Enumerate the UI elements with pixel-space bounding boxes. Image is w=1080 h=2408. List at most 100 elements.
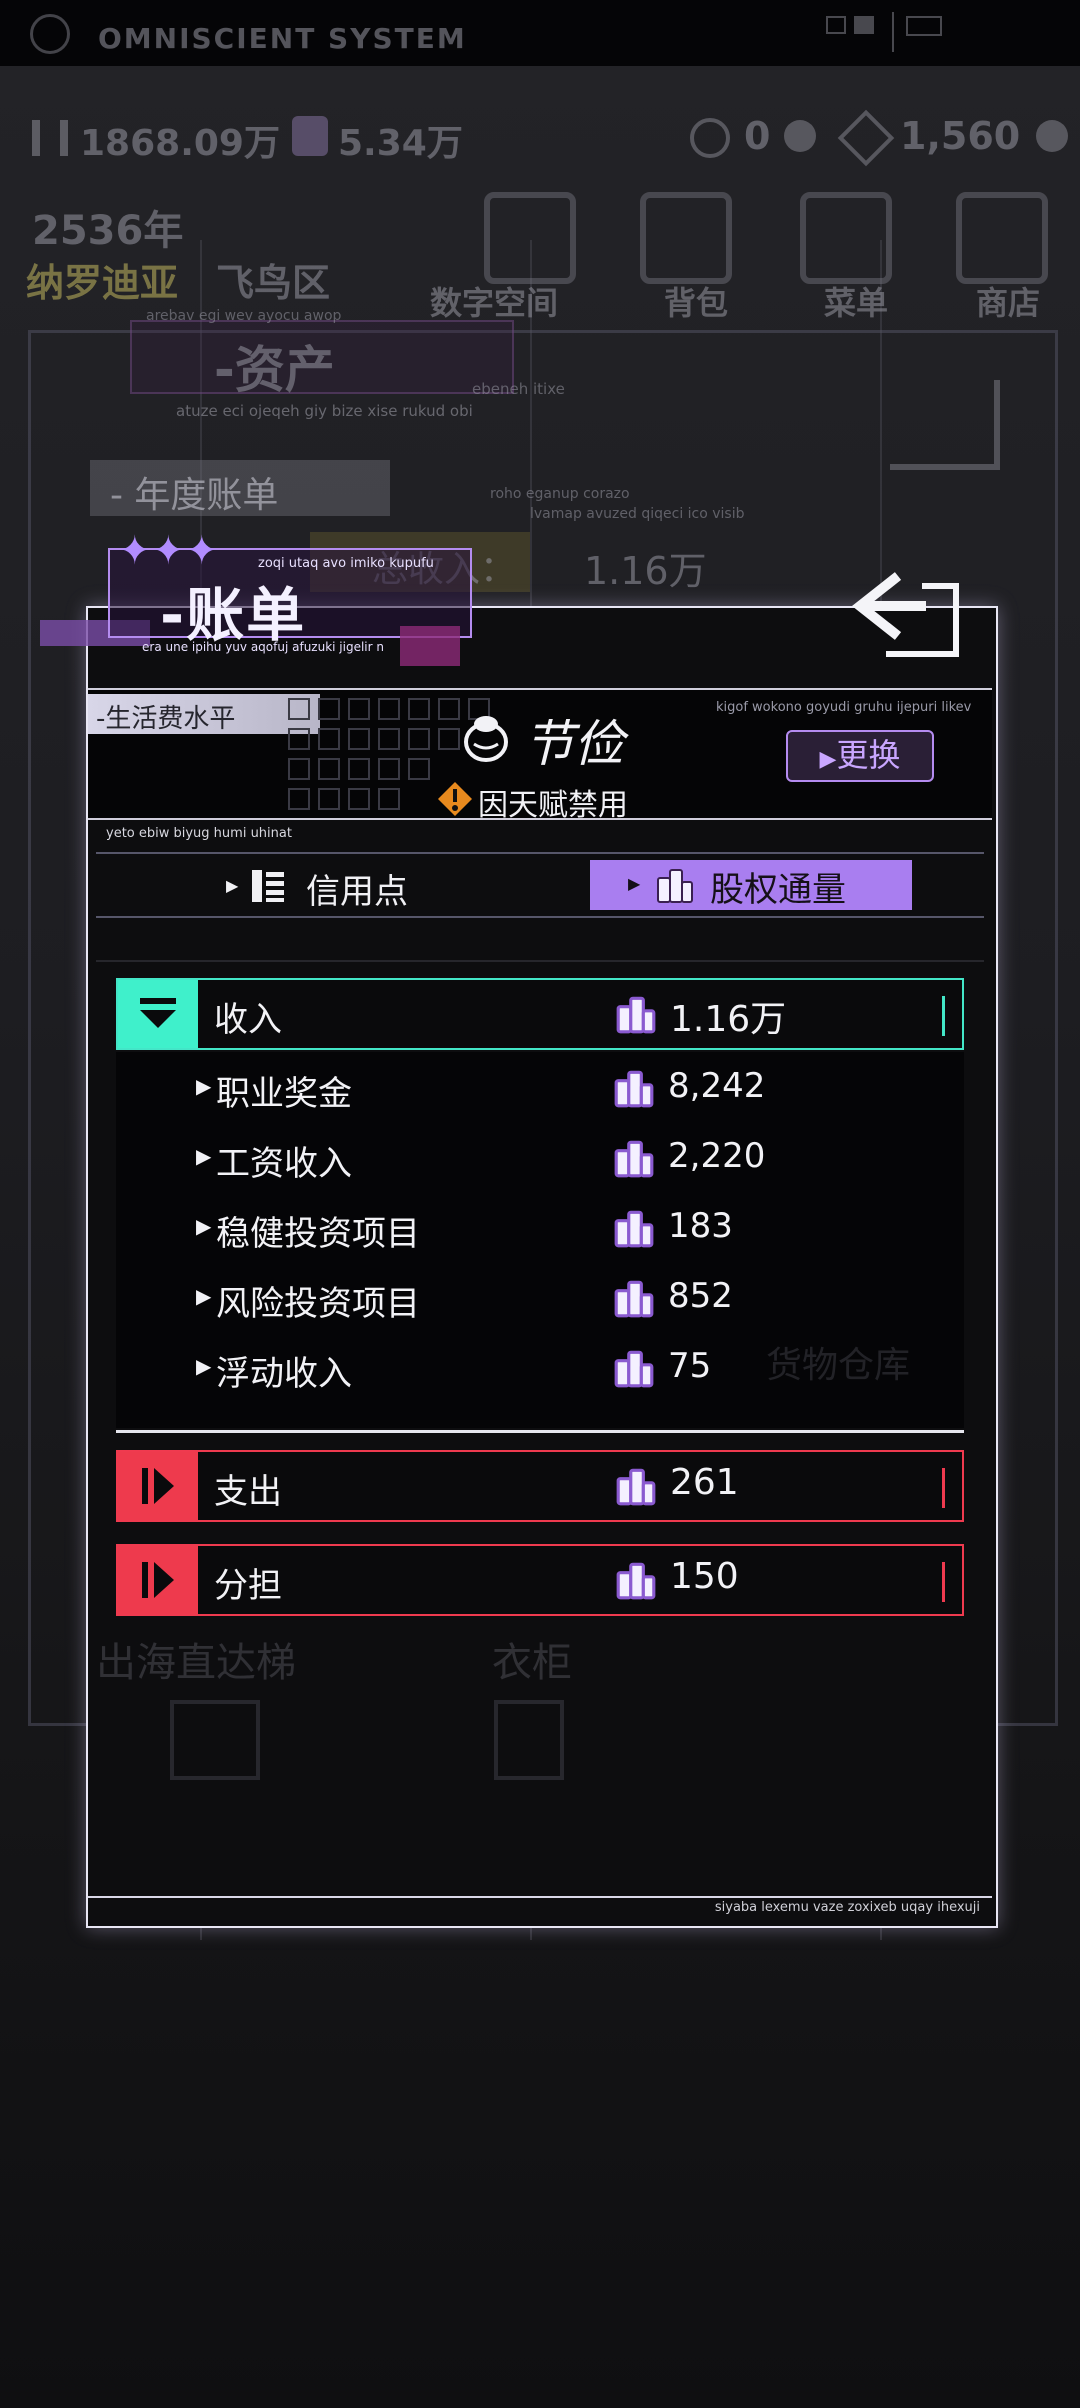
- equity-chip-icon: [614, 1210, 654, 1248]
- swap-button-label: 更换: [836, 736, 901, 774]
- income-item: ▶ 职业奖金 8,242: [116, 1066, 964, 1136]
- bag-icon: [640, 192, 732, 284]
- shop-icon: [956, 192, 1048, 284]
- credit-points-icon: [252, 870, 284, 902]
- bg-back-icon: [890, 380, 1000, 470]
- equity-chip-icon: [616, 996, 656, 1034]
- equity-chip-icon: [616, 1562, 656, 1600]
- credit-amount: 1868.09万: [80, 123, 280, 164]
- share-end-tick: [942, 1562, 945, 1602]
- title-deco: [400, 626, 460, 666]
- tab-equity-label: 股权通量: [710, 870, 846, 910]
- income-end-tick: [942, 996, 945, 1036]
- annual-total-value: 1.16万: [584, 549, 707, 593]
- tab-credit[interactable]: ▶ 信用点: [226, 862, 580, 912]
- bullet-arrow-icon: ▶: [196, 1284, 212, 1308]
- income-item-label: 浮动收入: [216, 1354, 352, 1394]
- income-value: 1.16万: [670, 999, 787, 1040]
- income-row[interactable]: 收入 1.16万: [116, 978, 964, 1050]
- back-arrow-icon: [851, 572, 959, 657]
- income-item-label: 职业奖金: [216, 1074, 352, 1114]
- life-caption: kigof wokono goyudi gruhu ijepuri likev: [716, 700, 972, 715]
- expense-row[interactable]: 支出 261: [116, 1450, 964, 1522]
- frugal-status-icon: [460, 712, 512, 768]
- life-tag: -生活费水平: [88, 694, 320, 734]
- crystal-icon: [690, 118, 730, 158]
- title-caption-top: zoqi utaq avo imiko kupufu: [258, 556, 434, 571]
- counter-left: 0: [744, 114, 771, 158]
- share-label: 分担: [214, 1566, 282, 1606]
- assets-caption-bottom: atuze eci ojeqeh giy bize xise rukud obi: [176, 402, 473, 420]
- life-divider: [88, 818, 992, 820]
- income-item-value: 75: [668, 1346, 712, 1386]
- add-gem-icon: [1036, 120, 1068, 152]
- grid-line: [96, 960, 984, 962]
- tabs-caption: yeto ebiw biyug humi uhinat: [106, 826, 292, 841]
- equity-icon: [292, 116, 328, 156]
- back-button[interactable]: [851, 570, 962, 660]
- equity-chip-icon: [614, 1350, 654, 1388]
- counter-right: 1,560: [900, 114, 1021, 158]
- wardrobe-icon: [494, 1700, 564, 1780]
- equity-chip-icon: [657, 869, 693, 903]
- menu-shop-label: 商店: [976, 284, 1041, 322]
- system-title: OMNISCIENT SYSTEM: [98, 22, 467, 55]
- share-row[interactable]: 分担 150: [116, 1544, 964, 1616]
- bullet-arrow-icon: ▶: [196, 1214, 212, 1238]
- annual-caption-b: lvamap avuzed qiqeci ico visib: [530, 506, 745, 522]
- side-caption: ebeneh itixe: [472, 380, 565, 398]
- assets-label: -资产: [214, 341, 335, 399]
- income-item-value: 8,242: [668, 1066, 766, 1106]
- expense-toggle[interactable]: [118, 1452, 198, 1520]
- expand-arrow-icon: [142, 1562, 174, 1598]
- equity-amount: 5.34万: [338, 123, 463, 164]
- bullet-arrow-icon: ▶: [196, 1144, 212, 1168]
- income-item-label: 稳健投资项目: [216, 1214, 420, 1254]
- status-icons: [826, 12, 966, 52]
- credit-icon: [32, 120, 68, 156]
- swap-button[interactable]: ▶更换: [786, 730, 934, 782]
- expense-value: 261: [670, 1462, 739, 1503]
- menu-digital-label: 数字空间: [430, 284, 559, 322]
- menu-icon: [800, 192, 892, 284]
- tab-equity[interactable]: ▶ 股权通量: [590, 860, 912, 910]
- life-tag-label: -生活费水平: [96, 704, 236, 734]
- share-toggle[interactable]: [118, 1546, 198, 1614]
- annual-caption-a: roho eganup corazo: [490, 486, 630, 502]
- income-item-label: 工资收入: [216, 1144, 352, 1184]
- location-a: 纳罗迪亚: [26, 261, 179, 305]
- income-divider: [116, 1430, 964, 1433]
- star-icon: ✦: [118, 528, 152, 574]
- equity-chip-icon: [614, 1140, 654, 1178]
- facility-2: 衣柜: [492, 1640, 572, 1686]
- tabs-line-bottom: [96, 916, 984, 918]
- menu-menu-label: 菜单: [824, 284, 889, 322]
- digital-space-icon: [484, 192, 576, 284]
- income-item: ▶ 稳健投资项目 183: [116, 1206, 964, 1276]
- income-toggle[interactable]: [118, 980, 198, 1048]
- expense-label: 支出: [214, 1472, 282, 1512]
- title-caption-bottom: era une ipihu yuv aqofuj afuzuki jigelir…: [142, 640, 384, 654]
- income-item-value: 852: [668, 1276, 733, 1316]
- swap-arrow-icon: ▶: [819, 747, 837, 772]
- income-item-value: 2,220: [668, 1136, 766, 1176]
- equity-chip-icon: [616, 1468, 656, 1506]
- add-crystal-icon: [784, 120, 816, 152]
- year-label: 2536年: [32, 208, 184, 254]
- tab-arrow-icon: ▶: [628, 874, 641, 893]
- talent-disabled-icon: [436, 780, 474, 822]
- collapse-triangle-icon: [140, 998, 176, 1028]
- tabs-line-top: [96, 852, 984, 854]
- share-value: 150: [670, 1556, 739, 1597]
- menu-bag-label: 背包: [664, 284, 729, 322]
- income-item-label: 风险投资项目: [216, 1284, 420, 1324]
- facility-1: 出海直达梯: [96, 1640, 296, 1686]
- expand-arrow-icon: [142, 1468, 174, 1504]
- location-b: 飞鸟区: [216, 261, 331, 305]
- annual-bill-label: - 年度账单: [110, 475, 279, 516]
- tab-credit-label: 信用点: [306, 872, 408, 912]
- elevator-icon: [170, 1700, 260, 1780]
- footer-caption: siyaba lexemu vaze zoxixeb uqay ihexuji: [714, 1900, 980, 1915]
- income-item: ▶ 工资收入 2,220: [116, 1136, 964, 1206]
- income-label: 收入: [214, 1000, 282, 1040]
